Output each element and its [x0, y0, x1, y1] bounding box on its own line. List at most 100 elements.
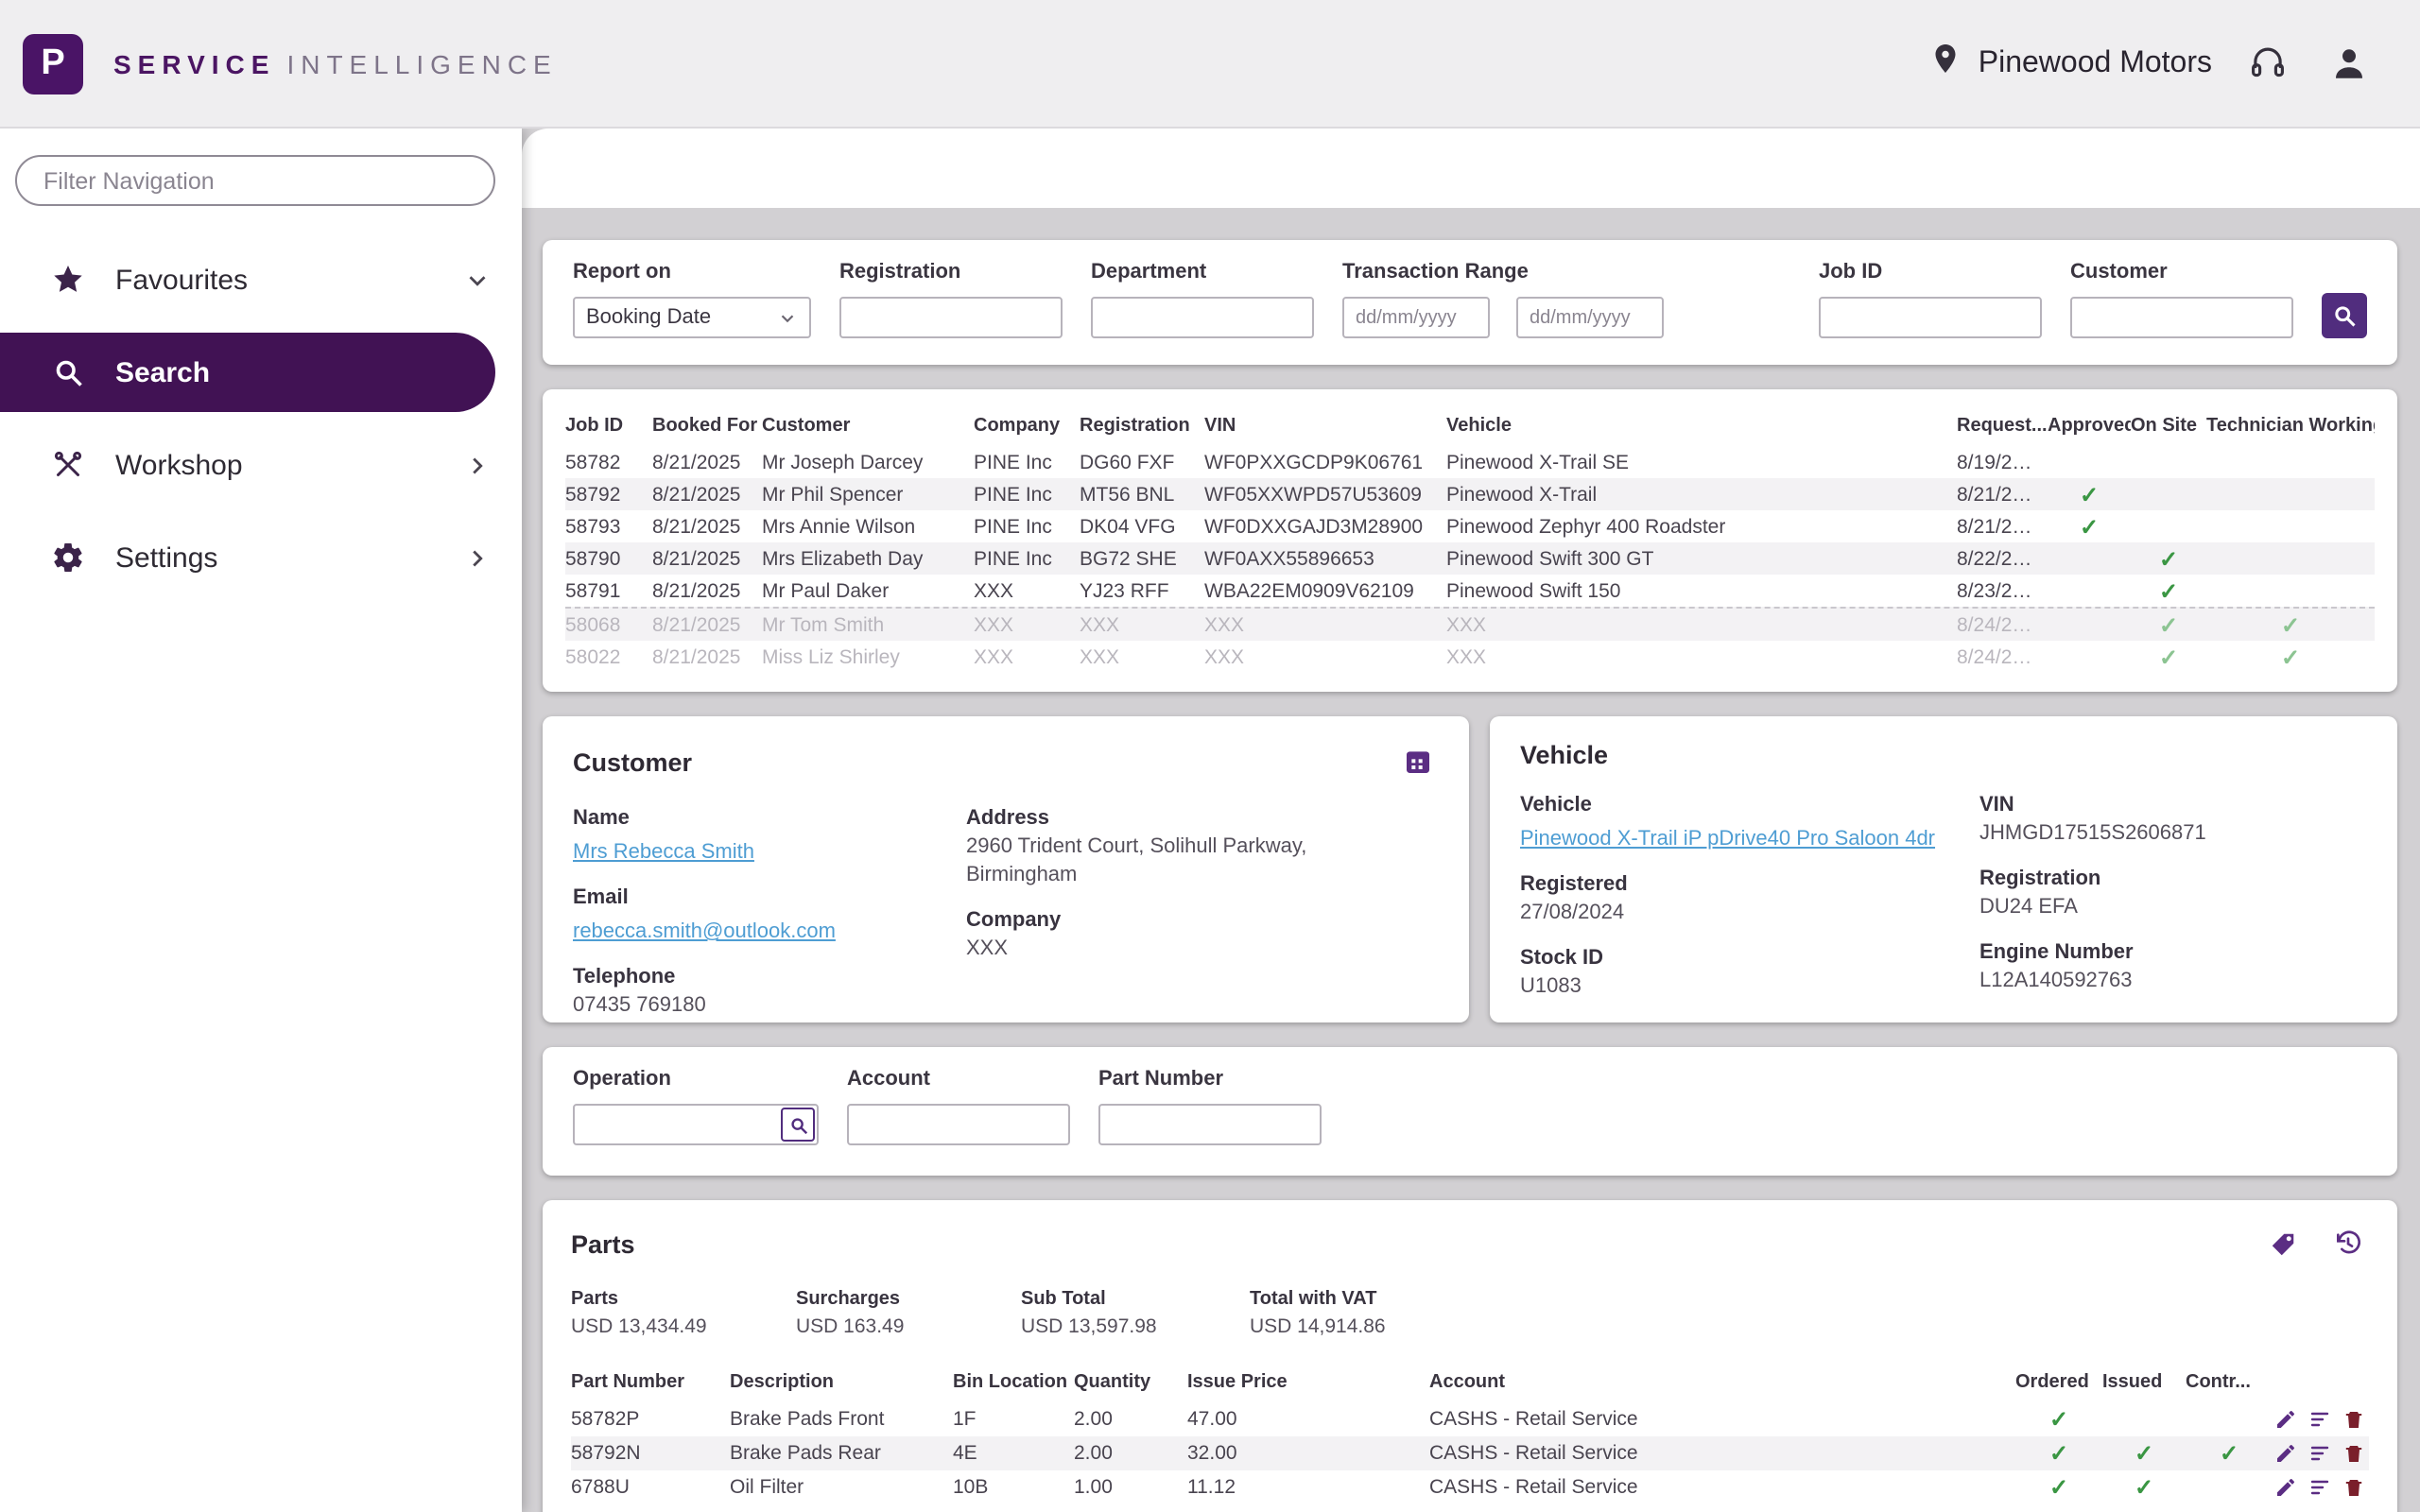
column-header[interactable]: Quantity	[1074, 1371, 1187, 1392]
part-number-input[interactable]	[1098, 1104, 1322, 1145]
sidebar-item-settings[interactable]: Settings	[0, 518, 522, 597]
results-row[interactable]: 587938/21/2025Mrs Annie WilsonPINE IncDK…	[565, 510, 2375, 542]
calendar-icon[interactable]	[1397, 741, 1439, 782]
email-label: Email	[573, 886, 966, 909]
account-input[interactable]	[847, 1104, 1070, 1145]
details-icon[interactable]	[2308, 1408, 2331, 1431]
search-filter-panel: Report on Booking Date Registration Depa…	[543, 240, 2397, 365]
results-row[interactable]: 580688/21/2025Mr Tom SmithXXXXXXXXXXXX8/…	[565, 607, 2375, 641]
search-button[interactable]	[2322, 293, 2367, 338]
column-header[interactable]: Booked For	[652, 415, 762, 436]
brand: P SERVICEINTELLIGENCE	[23, 33, 558, 94]
check-icon: ✓	[2080, 513, 2099, 540]
on-site-check: ✓	[2131, 644, 2206, 670]
column-header[interactable]: VIN	[1204, 415, 1446, 436]
column-header[interactable]: Bin Location	[953, 1371, 1074, 1392]
column-header[interactable]: Contr...	[2186, 1371, 2273, 1392]
check-icon: ✓	[2159, 577, 2178, 604]
cell-registration: MT56 BNL	[1080, 483, 1204, 506]
parts-row[interactable]: 6788UOil Filter10B1.0011.12CASHS - Retai…	[571, 1470, 2369, 1504]
column-header[interactable]: Description	[730, 1371, 953, 1392]
sidebar-item-favourites[interactable]: Favourites	[0, 240, 522, 319]
edit-icon[interactable]	[2274, 1442, 2297, 1465]
check-icon: ✓	[2159, 611, 2178, 638]
column-header[interactable]: Request...	[1957, 415, 2048, 436]
date-to-input[interactable]	[1516, 297, 1664, 338]
results-row[interactable]: 580228/21/2025Miss Liz ShirleyXXXXXXXXXX…	[565, 641, 2375, 673]
address-label: Address	[966, 807, 1439, 830]
cell-booked_for: 8/21/2025	[652, 483, 762, 506]
results-row[interactable]: 587908/21/2025Mrs Elizabeth DayPINE IncB…	[565, 542, 2375, 575]
delete-icon[interactable]	[2342, 1476, 2365, 1499]
column-header[interactable]: Issued	[2102, 1371, 2186, 1392]
cell-job_id: 58791	[565, 579, 652, 602]
ordered-check: ✓	[2015, 1406, 2102, 1433]
date-from-input[interactable]	[1342, 297, 1490, 338]
cell-registration: XXX	[1080, 645, 1204, 668]
department-input[interactable]	[1091, 297, 1314, 338]
top-bar: P SERVICEINTELLIGENCE Pinewood Motors	[0, 0, 2420, 129]
parts-card: Parts Parts USD 13,434.49	[543, 1200, 2397, 1512]
column-header[interactable]: Registration	[1080, 415, 1204, 436]
tag-icon[interactable]	[2263, 1224, 2303, 1263]
operation-search-button[interactable]	[781, 1108, 815, 1142]
parts-table-body: 58782PBrake Pads Front1F2.0047.00CASHS -…	[571, 1402, 2369, 1504]
cell-vin: WF05XXWPD57U53609	[1204, 483, 1446, 506]
check-icon: ✓	[2220, 1440, 2238, 1467]
details-icon[interactable]	[2308, 1442, 2331, 1465]
headset-icon[interactable]	[2242, 38, 2293, 89]
filter-navigation-input[interactable]	[15, 155, 495, 206]
sidebar-item-search[interactable]: Search	[0, 333, 495, 412]
delete-icon[interactable]	[2342, 1442, 2365, 1465]
parts-row[interactable]: 58782PBrake Pads Front1F2.0047.00CASHS -…	[571, 1402, 2369, 1436]
customer-card-title: Customer	[573, 747, 692, 776]
on-site-check: ✓	[2131, 545, 2206, 572]
edit-icon[interactable]	[2274, 1476, 2297, 1499]
cell-account: CASHS - Retail Service	[1429, 1442, 2015, 1465]
account-label: Account	[847, 1068, 1070, 1091]
column-header[interactable]: On Site	[2131, 415, 2206, 436]
customer-filter-input[interactable]	[2070, 297, 2293, 338]
cell-booked_for: 8/21/2025	[652, 613, 762, 636]
job-id-input[interactable]	[1819, 297, 2042, 338]
customer-name-link[interactable]: Mrs Rebecca Smith	[573, 841, 754, 864]
sidebar-item-label: Workshop	[115, 449, 435, 481]
history-icon[interactable]	[2327, 1223, 2369, 1264]
delete-icon[interactable]	[2342, 1408, 2365, 1431]
column-header[interactable]: Issue Price	[1187, 1371, 1429, 1392]
registration-value: DU24 EFA	[1979, 894, 2367, 922]
cell-customer: Mrs Annie Wilson	[762, 515, 974, 538]
report-on-label: Report on	[573, 261, 811, 284]
column-header[interactable]: Approved	[2048, 415, 2131, 436]
results-row[interactable]: 587918/21/2025Mr Paul DakerXXXYJ23 RFFWB…	[565, 575, 2375, 607]
column-header[interactable]: Customer	[762, 415, 974, 436]
registered-value: 27/08/2024	[1520, 900, 1932, 928]
registered-label: Registered	[1520, 873, 1979, 896]
column-header[interactable]: Account	[1429, 1371, 2015, 1392]
results-row[interactable]: 587828/21/2025Mr Joseph DarceyPINE IncDG…	[565, 446, 2375, 478]
vehicle-link[interactable]: Pinewood X-Trail iP pDrive40 Pro Saloon …	[1520, 828, 1935, 850]
cell-part_number: 58782P	[571, 1408, 730, 1431]
customer-email-link[interactable]: rebecca.smith@outlook.com	[573, 920, 836, 943]
column-header[interactable]: Ordered	[2015, 1371, 2102, 1392]
column-header[interactable]: Job ID	[565, 415, 652, 436]
column-header[interactable]: Part Number	[571, 1371, 730, 1392]
user-icon[interactable]	[2324, 38, 2375, 89]
technician-working-check: ✓	[2206, 611, 2375, 638]
cell-part_number: 6788U	[571, 1476, 730, 1499]
sidebar-item-workshop[interactable]: Workshop	[0, 425, 522, 505]
parts-row[interactable]: 58792NBrake Pads Rear4E2.0032.00CASHS - …	[571, 1436, 2369, 1470]
results-row[interactable]: 587928/21/2025Mr Phil SpencerPINE IncMT5…	[565, 478, 2375, 510]
report-on-select[interactable]: Booking Date	[573, 297, 811, 338]
registration-input[interactable]	[839, 297, 1063, 338]
column-header[interactable]: Vehicle	[1446, 415, 1957, 436]
details-icon[interactable]	[2308, 1476, 2331, 1499]
cell-registration: DK04 VFG	[1080, 515, 1204, 538]
dealer-selector[interactable]: Pinewood Motors	[1929, 42, 2212, 85]
app-logo[interactable]: P	[23, 33, 83, 94]
column-header[interactable]: Company	[974, 415, 1080, 436]
sidebar-item-label: Search	[115, 356, 465, 388]
cell-bin: 4E	[953, 1442, 1074, 1465]
edit-icon[interactable]	[2274, 1408, 2297, 1431]
column-header[interactable]: Technician Working	[2206, 415, 2375, 436]
